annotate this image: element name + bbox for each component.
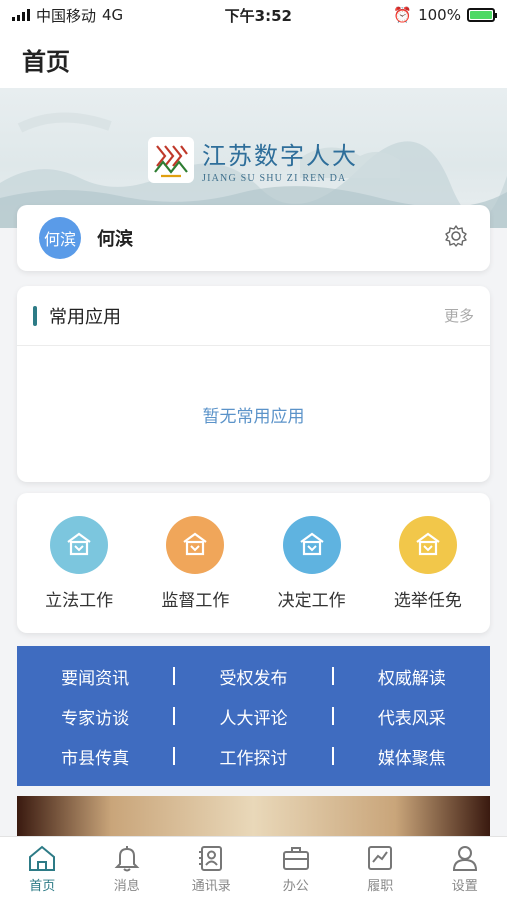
tab-messages[interactable]: 消息 [85, 837, 170, 900]
work-shortcuts: 立法工作 监督工作 决定工作 选举任免 [17, 493, 490, 633]
link-representatives[interactable]: 代表风采 [334, 704, 490, 729]
supervision-icon [166, 515, 225, 574]
link-authorized[interactable]: 受权发布 [175, 664, 331, 689]
tab-contacts[interactable]: 通讯录 [169, 837, 254, 900]
carrier-label: 中国移动 [36, 6, 97, 25]
home-icon [29, 845, 56, 871]
logo-mark-icon [148, 137, 194, 183]
page-title: 首页 [22, 47, 70, 76]
election-icon [398, 515, 457, 574]
user-card[interactable]: 何滨 何滨 [17, 205, 490, 271]
tab-label: 消息 [113, 878, 140, 894]
tab-label: 设置 [451, 878, 478, 894]
decision-icon [282, 515, 341, 574]
status-bar: 中国移动 4G 下午3:52 ⏰ 100% [0, 0, 507, 30]
briefcase-icon [282, 846, 309, 870]
legislation-icon [50, 515, 109, 574]
tab-label: 首页 [29, 878, 56, 894]
clock: 下午3:52 [224, 6, 292, 25]
section-accent-bar [33, 305, 37, 326]
link-county[interactable]: 市县传真 [17, 744, 173, 769]
work-label: 监督工作 [161, 590, 230, 611]
empty-state: 暂无常用应用 [202, 406, 305, 427]
page-header: 首页 [0, 30, 507, 88]
gear-icon[interactable] [444, 224, 468, 252]
tab-label: 办公 [282, 878, 309, 894]
tab-home[interactable]: 首页 [0, 837, 85, 900]
alarm-icon: ⏰ [393, 6, 413, 24]
link-news[interactable]: 要闻资讯 [17, 664, 173, 689]
link-commentary[interactable]: 人大评论 [175, 704, 331, 729]
chart-icon [368, 845, 393, 870]
link-row: 专家访谈 人大评论 代表风采 [17, 696, 490, 736]
tab-label: 通讯录 [191, 878, 231, 894]
work-label: 选举任免 [393, 590, 462, 611]
work-item-election[interactable]: 选举任免 [373, 515, 483, 611]
link-interview[interactable]: 专家访谈 [17, 704, 173, 729]
work-item-legislation[interactable]: 立法工作 [24, 515, 134, 611]
work-item-supervision[interactable]: 监督工作 [140, 515, 250, 611]
tab-label: 履职 [367, 878, 394, 894]
news-links: 要闻资讯 受权发布 权威解读 专家访谈 人大评论 代表风采 市县传真 工作探讨 … [17, 646, 490, 786]
signal-icon [12, 9, 30, 21]
brand-name: 江苏数字人大 [202, 142, 358, 170]
avatar[interactable]: 何滨 [39, 217, 81, 259]
brand-name-pinyin: JIANG SU SHU ZI REN DA [202, 173, 347, 184]
brand-logo: 江苏数字人大 JIANG SU SHU ZI REN DA [148, 136, 358, 184]
tab-duty[interactable]: 履职 [338, 837, 423, 900]
battery-percent: 100% [418, 6, 461, 24]
link-row: 市县传真 工作探讨 媒体聚焦 [17, 736, 490, 776]
news-photo[interactable] [17, 796, 490, 836]
common-apps-card: 常用应用 更多 暂无常用应用 [17, 286, 490, 482]
work-label: 决定工作 [277, 590, 346, 611]
link-media[interactable]: 媒体聚焦 [334, 744, 490, 769]
link-interpretation[interactable]: 权威解读 [334, 664, 490, 689]
user-name: 何滨 [97, 229, 133, 250]
tab-bar: 首页 消息 通讯录 办公 履职 设置 [0, 836, 507, 900]
link-discussion[interactable]: 工作探讨 [175, 744, 331, 769]
tab-settings[interactable]: 设置 [423, 837, 507, 900]
battery-icon [466, 8, 497, 22]
section-title: 常用应用 [49, 306, 121, 328]
tab-office[interactable]: 办公 [254, 837, 339, 900]
user-icon [452, 845, 477, 871]
more-link[interactable]: 更多 [444, 305, 474, 326]
contacts-icon [199, 845, 223, 871]
work-item-decision[interactable]: 决定工作 [257, 515, 367, 611]
network-label: 4G [102, 6, 124, 24]
link-row: 要闻资讯 受权发布 权威解读 [17, 656, 490, 696]
work-label: 立法工作 [45, 590, 114, 611]
bell-icon [114, 845, 140, 871]
